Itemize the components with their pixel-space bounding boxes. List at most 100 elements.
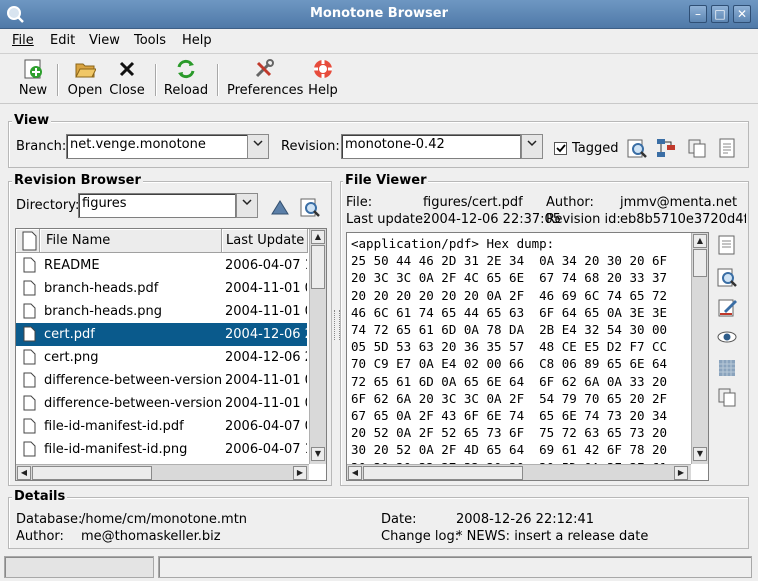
scroll-thumb[interactable] (363, 466, 523, 480)
author-label: Author: (546, 195, 594, 210)
file-list[interactable]: File Name Last Update README 2006-04-07 1… (15, 228, 327, 481)
file-name-cell: file-id-manifest-id.png (44, 442, 188, 457)
status-bar-right (158, 556, 752, 578)
scroll-up-arrow[interactable]: ▲ (693, 234, 707, 248)
document-icon[interactable] (716, 137, 740, 161)
hex-viewer[interactable]: <application/pdf> Hex dump: 25 50 44 46 … (346, 232, 709, 481)
column-header-icon[interactable] (16, 229, 40, 253)
last-update-cell: 2004-12-06 22 (225, 327, 307, 342)
hex-hscrollbar[interactable]: ◀ ▶ (347, 464, 691, 480)
menu-view[interactable]: View (89, 33, 120, 48)
open-button[interactable]: Open (65, 58, 105, 104)
file-icon (23, 349, 36, 365)
view-eye-icon[interactable] (716, 326, 740, 350)
pattern-icon[interactable] (716, 357, 740, 381)
hex-vscrollbar[interactable]: ▲ ▼ (691, 233, 708, 464)
checkmark-icon (556, 144, 566, 153)
menu-edit[interactable]: Edit (50, 33, 75, 48)
find-in-file-icon[interactable] (716, 266, 740, 290)
title-bar[interactable]: Monotone Browser – □ ✕ (0, 0, 758, 29)
table-row[interactable]: file-id-manifest-id.png 2006-04-07 10 (16, 438, 307, 461)
table-row[interactable]: README 2006-04-07 10 (16, 254, 307, 277)
folder-open-icon (75, 63, 96, 78)
file-list-hscrollbar[interactable]: ◀ ▶ (16, 464, 309, 480)
last-update-value: 2004-12-06 22:37:05 (423, 212, 562, 227)
scroll-right-arrow[interactable]: ▶ (293, 466, 307, 480)
table-row[interactable]: cert.pdf 2004-12-06 22 (16, 323, 307, 346)
reload-button[interactable]: Reload (163, 58, 209, 104)
new-document-icon (24, 59, 42, 79)
menu-file[interactable]: File (12, 33, 34, 48)
scroll-down-arrow[interactable]: ▼ (693, 447, 707, 461)
browse-search-icon[interactable] (299, 196, 323, 220)
revision-label: Revision: (281, 139, 340, 154)
tagged-checkbox[interactable] (554, 142, 567, 155)
branch-combo[interactable]: net.venge.monotone (66, 134, 248, 159)
annotate-icon[interactable] (716, 234, 740, 258)
database-label: Database: (16, 512, 83, 527)
table-row[interactable]: file-id-manifest-id.pdf 2006-04-07 08 (16, 415, 307, 438)
revision-id-label: Revision id: (546, 212, 621, 227)
minimize-icon[interactable]: – (689, 5, 707, 23)
scroll-thumb[interactable] (693, 249, 707, 277)
status-bar-left (4, 556, 154, 578)
table-row[interactable]: branch-heads.pdf 2004-11-01 04 (16, 277, 307, 300)
file-icon (23, 257, 36, 273)
help-button[interactable]: Help (305, 58, 341, 104)
copy-file-icon[interactable] (716, 386, 740, 410)
scroll-up-arrow[interactable]: ▲ (311, 230, 325, 244)
table-row[interactable]: difference-between-versions.p 2004-11-01 … (16, 392, 307, 415)
tagged-label: Tagged (572, 141, 619, 156)
edit-icon[interactable] (716, 296, 740, 320)
hex-dump-text: <application/pdf> Hex dump: 25 50 44 46 … (351, 236, 668, 475)
details-author-value: me@thomaskeller.biz (81, 529, 221, 544)
chevron-down-icon (242, 199, 252, 206)
close-button[interactable]: Close (108, 58, 146, 104)
branch-graph-icon[interactable] (655, 137, 679, 161)
file-icon (23, 372, 36, 388)
copy-icon[interactable] (686, 137, 710, 161)
table-row[interactable]: branch-heads.png 2004-11-01 04 (16, 300, 307, 323)
table-row[interactable]: cert.png 2004-12-06 22 (16, 346, 307, 369)
branch-dropdown-button[interactable] (247, 134, 269, 159)
scroll-right-arrow[interactable]: ▶ (674, 466, 688, 480)
revision-dropdown-button[interactable] (521, 134, 543, 159)
close-x-icon (119, 61, 135, 77)
last-update-cell: 2004-11-01 04 (225, 396, 307, 411)
branch-label: Branch: (16, 139, 67, 154)
scroll-left-arrow[interactable]: ◀ (17, 466, 31, 480)
scroll-thumb[interactable] (311, 245, 325, 289)
changelog-value: * NEWS: insert a release date (456, 529, 649, 544)
file-icon (23, 441, 36, 457)
close-window-icon[interactable]: ✕ (733, 5, 751, 23)
revision-id-value: eb8b5710e3720d4fb4 (620, 212, 746, 227)
directory-combo[interactable]: figures (78, 193, 236, 218)
revision-combo[interactable]: monotone-0.42 (341, 134, 521, 159)
new-button[interactable]: New (14, 58, 52, 104)
file-name-cell: branch-heads.png (44, 304, 162, 319)
search-revision-icon[interactable] (626, 137, 650, 161)
table-row[interactable]: difference-between-versions.p 2004-11-01 … (16, 369, 307, 392)
scroll-down-arrow[interactable]: ▼ (311, 447, 325, 461)
column-header-file-name[interactable]: File Name (40, 229, 222, 253)
file-name-cell: README (44, 258, 100, 273)
chevron-down-icon (253, 140, 263, 147)
directory-label: Directory: (16, 198, 80, 213)
file-name-cell: cert.png (44, 350, 99, 365)
file-list-vscrollbar[interactable]: ▲ ▼ (309, 229, 326, 464)
column-header-last-update[interactable]: Last Update (222, 229, 308, 253)
author-value: jmmv@menta.net (620, 195, 738, 210)
last-update-label: Last update: (346, 212, 428, 227)
scroll-thumb[interactable] (32, 466, 152, 480)
directory-dropdown-button[interactable] (236, 193, 258, 218)
scroll-left-arrow[interactable]: ◀ (348, 466, 362, 480)
preferences-button[interactable]: Preferences (227, 58, 303, 104)
file-name-cell: difference-between-versions.p (44, 396, 222, 411)
last-update-cell: 2004-11-01 04 (225, 281, 307, 296)
maximize-icon[interactable]: □ (711, 5, 729, 23)
parent-directory-icon[interactable] (269, 196, 293, 220)
menu-tools[interactable]: Tools (134, 33, 166, 48)
file-name-cell: file-id-manifest-id.pdf (44, 419, 184, 434)
last-update-cell: 2004-11-01 04 (225, 304, 307, 319)
menu-help[interactable]: Help (182, 33, 212, 48)
